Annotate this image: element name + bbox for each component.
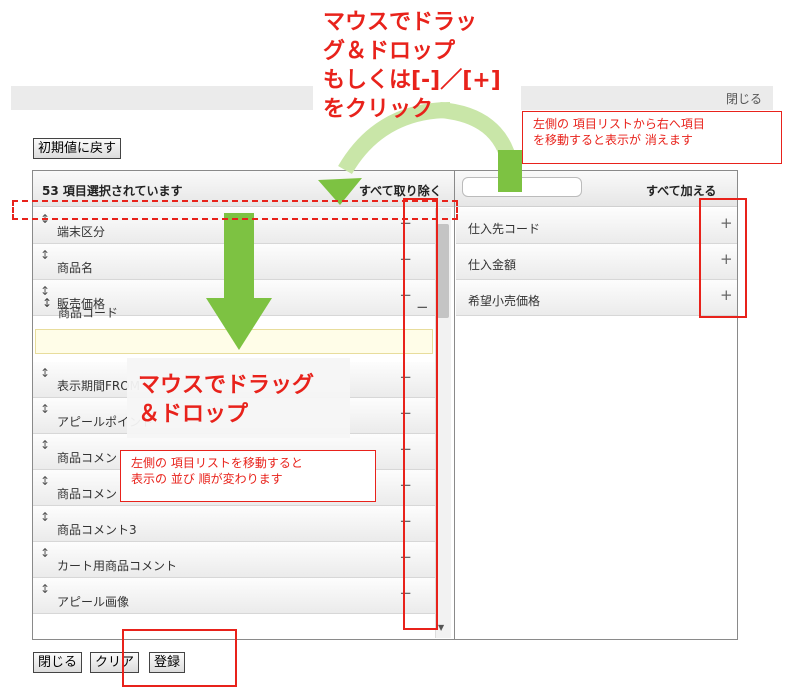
curve-arrow-right-tail (498, 150, 522, 192)
drag-origin-highlight (12, 200, 458, 220)
remove-buttons-highlight (403, 198, 438, 630)
note-right-line1: 左側の 項目リストから右へ項目 (533, 117, 705, 131)
middle-callout: マウスでドラッグ ＆ドロップ (138, 373, 315, 427)
note-right-line2: を移動すると表示が 消えます (533, 133, 693, 147)
top-callout: マウスでドラッ グ＆ドロップ もしくは[-]／[+] をクリック (323, 10, 501, 122)
note-right: 左側の 項目リストから右へ項目 を移動すると表示が 消えます (522, 111, 782, 164)
down-arrow-body (224, 213, 254, 301)
note-left-line1: 左側の 項目リストを移動すると (131, 456, 303, 470)
down-arrow-head (206, 298, 272, 350)
add-buttons-highlight (699, 198, 747, 318)
register-button-highlight (122, 629, 237, 687)
note-left-line2: 表示の 並び 順が変わります (131, 472, 283, 486)
note-left: 左側の 項目リストを移動すると 表示の 並び 順が変わります (120, 450, 376, 502)
